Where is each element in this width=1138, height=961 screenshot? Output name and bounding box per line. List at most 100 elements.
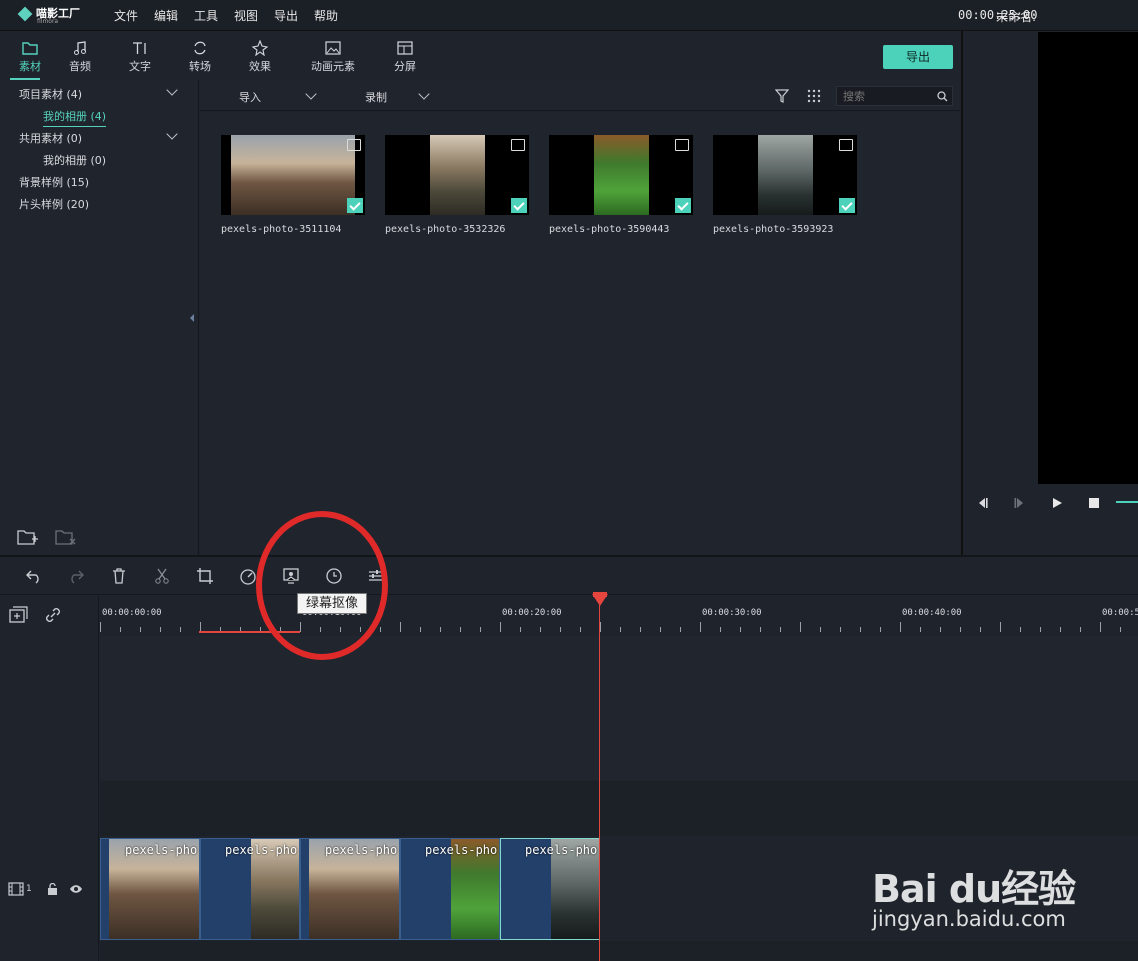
tab-label: 效果 [249,60,271,73]
ruler-label: 00:00:30:00 [702,608,762,618]
menu-file[interactable]: 文件 [114,7,138,24]
effects-icon [251,40,269,56]
tab-transition[interactable]: 转场 [170,32,230,80]
track-headers [0,596,99,961]
media-thumb-2[interactable] [385,135,529,215]
clip-name: pexels-pho [325,843,398,857]
image-type-icon [675,139,689,151]
delete-folder-icon[interactable] [55,528,77,546]
timeline-clip[interactable]: pexels-pho [300,838,400,940]
media-thumb-3[interactable] [549,135,693,215]
media-thumb-4[interactable] [713,135,857,215]
folder-icon [22,42,38,55]
undo-icon[interactable] [25,567,43,585]
audio-track[interactable] [100,941,1138,961]
play-icon[interactable] [1050,496,1064,510]
redo-icon[interactable] [67,567,85,585]
tooltip: 绿幕抠像 [297,593,367,614]
ruler-label: 00:00:50:00 [1102,608,1138,618]
clip-name: pexels-pho [425,843,498,857]
next-frame-icon[interactable] [1013,496,1027,510]
add-track-icon[interactable] [9,606,29,624]
tree-intro-samples[interactable]: 片头样例 (20) [19,196,89,212]
search-icon[interactable] [937,91,948,102]
progress-slider[interactable] [1116,501,1138,503]
media-name: pexels-photo-3590443 [549,224,670,235]
tab-label: 素材 [19,60,41,73]
timeline-clip[interactable]: pexels-pho [500,838,600,940]
preview-screen [1038,32,1138,484]
playhead-marker[interactable] [592,594,608,606]
tab-elements[interactable]: 动画元素 [303,32,363,80]
eye-icon[interactable] [69,884,83,894]
tab-label: 文字 [129,60,151,73]
speed-icon[interactable] [239,567,257,585]
menu-export[interactable]: 导出 [274,7,298,24]
timeline-clip[interactable]: pexels-pho [400,838,500,940]
menu-tools[interactable]: 工具 [194,7,218,24]
app-sub: filmora [37,18,59,25]
app-logo: 喵影工厂 filmora [17,5,98,27]
media-thumb-1[interactable] [221,135,365,215]
tab-label: 转场 [189,60,211,73]
media-name: pexels-photo-3593923 [713,224,834,235]
tree-my-album[interactable]: 我的相册 (4) [43,108,107,127]
media-name: pexels-photo-3532326 [385,224,506,235]
image-icon [325,41,341,55]
cut-icon[interactable] [153,567,171,585]
tree-project-media[interactable]: 项目素材 (4) [19,86,82,102]
filter-icon[interactable] [775,89,789,103]
timeline-clip[interactable]: pexels-pho [100,838,200,940]
lock-icon[interactable] [47,883,58,895]
tab-audio[interactable]: 音频 [50,32,110,80]
delete-icon[interactable] [110,567,128,585]
watermark-url: jingyan.baidu.com [872,907,1066,931]
transition-icon [194,41,206,55]
overlay-track[interactable] [100,636,1138,780]
record-dropdown[interactable]: 录制 [365,89,387,105]
split-screen-icon [397,41,413,55]
check-icon [839,198,855,213]
grid-view-icon[interactable] [807,89,821,103]
category-tabs: 素材 音频 文字 转场 效果 动画元素 分屏 [0,32,960,80]
search-box [836,86,953,106]
text-icon [133,42,146,54]
tab-effects[interactable]: 效果 [230,32,290,80]
tree-bg-samples[interactable]: 背景样例 (15) [19,174,89,190]
playhead-line[interactable] [599,596,600,961]
music-note-icon [74,41,86,55]
film-icon [8,882,24,896]
link-icon[interactable] [44,606,62,624]
image-type-icon [347,139,361,151]
menu-view[interactable]: 视图 [234,7,258,24]
tree-shared-media[interactable]: 共用素材 (0) [19,130,82,146]
photo-thumbnail [430,135,485,215]
menu-help[interactable]: 帮助 [314,7,338,24]
empty-track[interactable] [100,781,1138,836]
menu-edit[interactable]: 编辑 [154,7,178,24]
tree-shared-album[interactable]: 我的相册 (0) [43,152,106,168]
photo-thumbnail [758,135,813,215]
watermark-brand: Bai du经验 [872,867,1076,911]
ruler-label: 00:00:20:00 [502,608,562,618]
tab-label: 音频 [69,60,91,73]
export-button[interactable]: 导出 [883,45,953,69]
photo-thumbnail [231,135,355,215]
check-icon [511,198,527,213]
clip-name: pexels-pho [125,843,198,857]
search-input[interactable] [843,89,933,103]
logo-mark-icon [17,6,33,22]
photo-thumbnail [594,135,649,215]
project-duration: 00:00:25:00 [958,8,1038,22]
collapse-panel-icon[interactable] [190,314,194,322]
new-folder-icon[interactable] [17,528,39,546]
crop-icon[interactable] [196,567,214,585]
tab-split-screen[interactable]: 分屏 [375,32,435,80]
tab-text[interactable]: 文字 [110,32,170,80]
import-dropdown[interactable]: 导入 [239,89,261,105]
prev-frame-icon[interactable] [975,496,989,510]
image-type-icon [511,139,525,151]
stop-icon[interactable] [1087,496,1101,510]
timeline-clip[interactable]: pexels-pho [200,838,300,940]
check-icon [347,198,363,213]
